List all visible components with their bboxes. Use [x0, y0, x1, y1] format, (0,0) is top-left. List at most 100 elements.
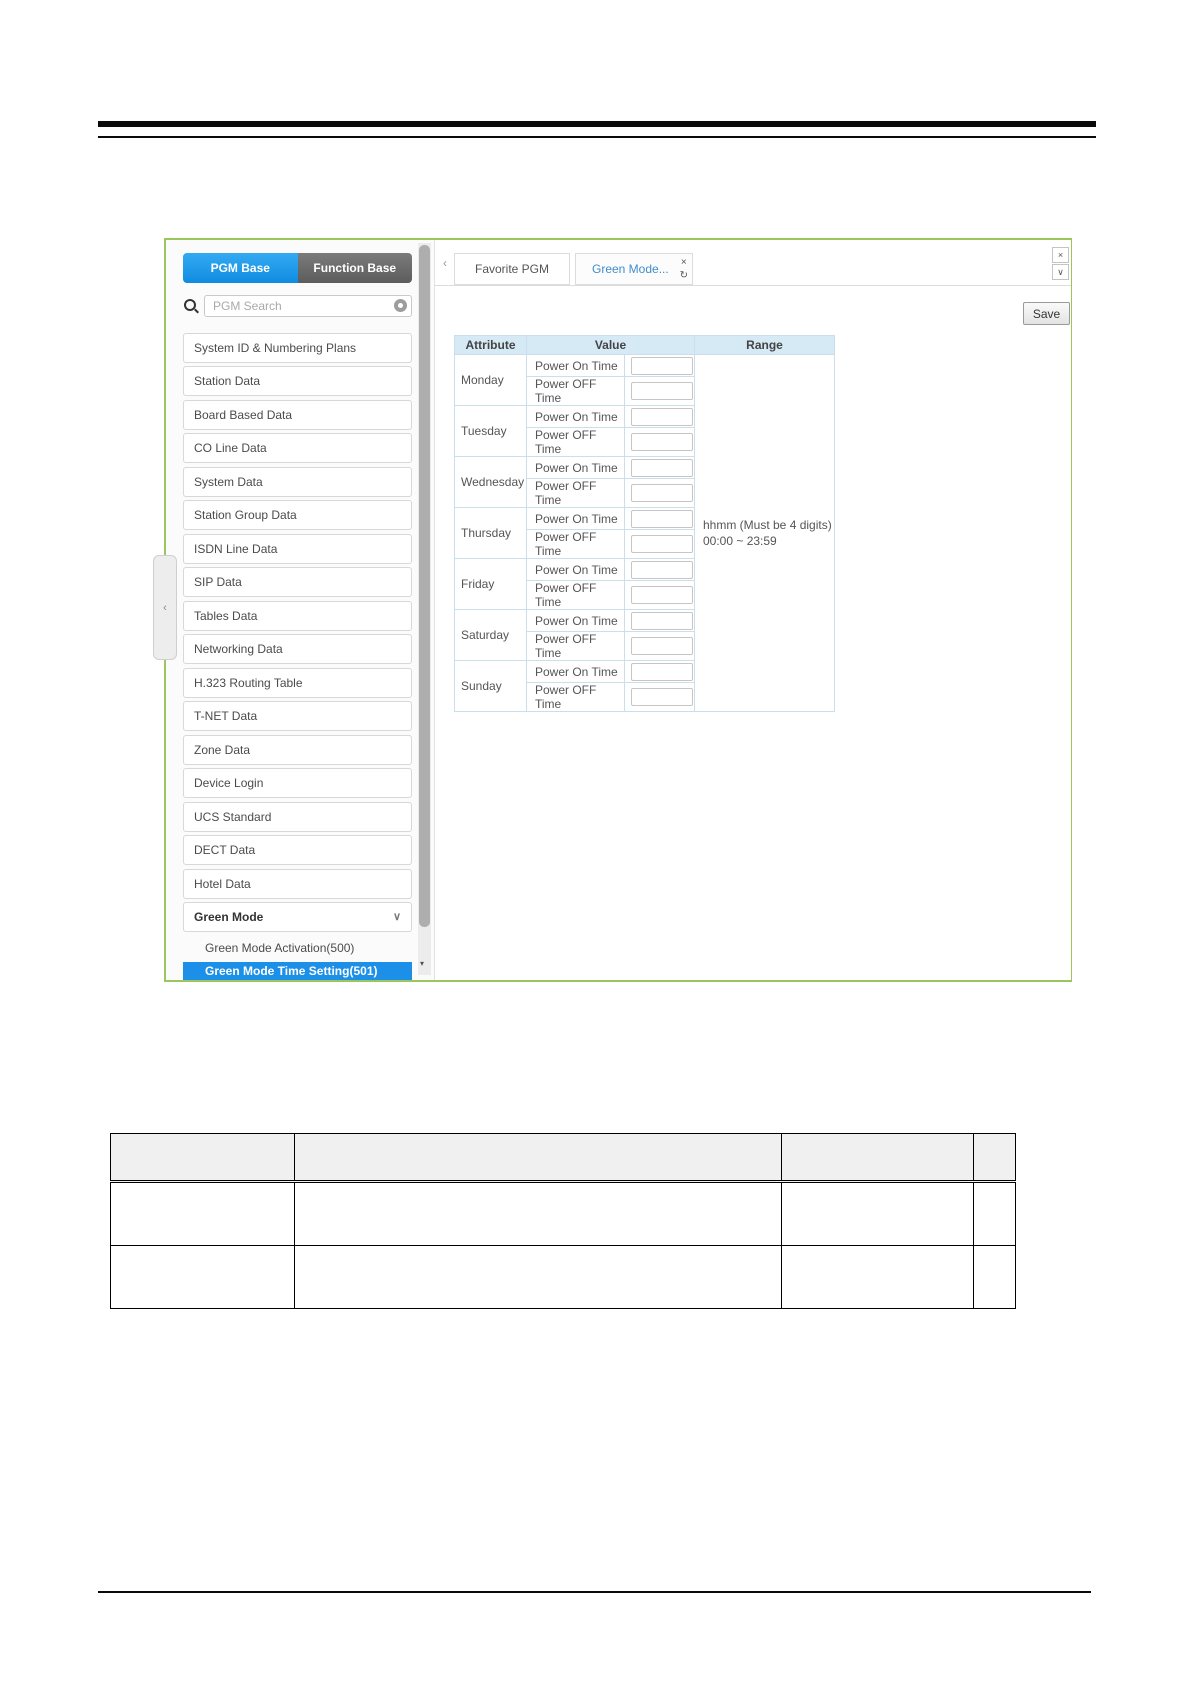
clear-search-icon[interactable] — [394, 299, 407, 312]
power-time-input[interactable] — [631, 407, 693, 426]
power-time-input[interactable] — [631, 382, 693, 400]
spec-table — [110, 1133, 1016, 1309]
spec-table-row — [110, 1245, 1016, 1309]
power-time-input[interactable] — [631, 637, 693, 655]
power-off-label: Power OFF Time — [526, 529, 625, 559]
day-label: Tuesday — [454, 405, 527, 457]
power-on-label: Power On Time — [526, 354, 625, 377]
green-mode-label: Green Mode — [194, 910, 264, 924]
header-cell — [294, 1133, 782, 1183]
col-header-value: Value — [526, 335, 695, 355]
body-cell — [973, 1181, 1016, 1246]
chevron-down-icon: ∨ — [392, 911, 401, 923]
tab-close-icon[interactable]: × — [681, 256, 687, 269]
power-off-label: Power OFF Time — [526, 631, 625, 661]
sidebar-item-hotel-data[interactable]: Hotel Data — [183, 869, 412, 899]
sidebar-item-ucs-standard[interactable]: UCS Standard — [183, 802, 412, 832]
chevron-left-icon: ‹ — [163, 601, 167, 614]
power-on-label: Power On Time — [526, 609, 625, 632]
day-label: Sunday — [454, 660, 527, 712]
panel-close-button[interactable]: × — [1052, 247, 1069, 263]
power-time-input[interactable] — [631, 433, 693, 451]
sidebar-item-tables-data[interactable]: Tables Data — [183, 601, 412, 631]
range-line-2: 00:00 ~ 23:59 — [703, 534, 777, 548]
power-time-input[interactable] — [631, 356, 693, 375]
body-cell — [110, 1181, 295, 1246]
spec-table-row — [110, 1181, 1016, 1246]
search-input[interactable] — [204, 295, 412, 317]
header-cell — [781, 1133, 974, 1183]
sidebar-item-system-data[interactable]: System Data — [183, 467, 412, 497]
base-toggle: PGM Base Function Base — [183, 253, 412, 283]
top-divider — [98, 121, 1096, 138]
pgm-base-button[interactable]: PGM Base — [183, 253, 298, 283]
sidebar-item-co-line-data[interactable]: CO Line Data — [183, 433, 412, 463]
body-cell — [294, 1245, 782, 1309]
tab-controls: × ↻ — [680, 256, 688, 282]
bottom-divider — [98, 1591, 1091, 1593]
tab-green-mode[interactable]: Green Mode... × ↻ — [575, 253, 693, 285]
chevron-down-icon: ∨ — [1057, 266, 1064, 277]
range-line-1: hhmm (Must be 4 digits) — [703, 518, 832, 532]
sidebar-item-tnet-data[interactable]: T-NET Data — [183, 701, 412, 731]
sidebar-subitem-green-mode-time-setting[interactable]: Green Mode Time Setting(501) — [183, 962, 412, 980]
search-icon — [184, 299, 196, 311]
power-time-input[interactable] — [631, 484, 693, 502]
power-time-input[interactable] — [631, 535, 693, 553]
power-time-input[interactable] — [631, 662, 693, 681]
power-off-label: Power OFF Time — [526, 427, 625, 457]
power-off-label: Power OFF Time — [526, 682, 625, 712]
power-on-label: Power On Time — [526, 456, 625, 479]
day-label: Monday — [454, 354, 527, 406]
day-label: Thursday — [454, 507, 527, 559]
table-header-row: Attribute Value Range — [454, 335, 835, 355]
day-label: Wednesday — [454, 456, 527, 508]
sidebar-subitem-green-mode-activation[interactable]: Green Mode Activation(500) — [183, 938, 412, 959]
sidebar-item-zone-data[interactable]: Zone Data — [183, 735, 412, 765]
sidebar-item-h323-routing-table[interactable]: H.323 Routing Table — [183, 668, 412, 698]
power-on-label: Power On Time — [526, 660, 625, 683]
power-time-input[interactable] — [631, 458, 693, 477]
body-cell — [294, 1181, 782, 1246]
document-page: PGM Base Function Base System ID & Numbe… — [0, 0, 1191, 1684]
power-time-input[interactable] — [631, 560, 693, 579]
power-on-label: Power On Time — [526, 558, 625, 581]
close-icon: × — [1057, 250, 1064, 260]
power-off-label: Power OFF Time — [526, 376, 625, 406]
screenshot-frame: PGM Base Function Base System ID & Numbe… — [153, 238, 1072, 982]
power-off-label: Power OFF Time — [526, 580, 625, 610]
power-time-input[interactable] — [631, 688, 693, 706]
sidebar-item-sip-data[interactable]: SIP Data — [183, 567, 412, 597]
save-button[interactable]: Save — [1023, 302, 1070, 325]
tab-favorite-pgm[interactable]: Favorite PGM — [454, 253, 570, 285]
day-label: Saturday — [454, 609, 527, 661]
power-time-input[interactable] — [631, 611, 693, 630]
scroll-down-icon[interactable]: ▾ — [420, 959, 424, 968]
pgm-sidebar: PGM Base Function Base System ID & Numbe… — [166, 240, 434, 980]
sidebar-item-dect-data[interactable]: DECT Data — [183, 835, 412, 865]
sidebar-item-station-data[interactable]: Station Data — [183, 366, 412, 396]
sidebar-collapse-handle[interactable]: ‹ — [153, 555, 177, 660]
body-cell — [110, 1245, 295, 1309]
function-base-button[interactable]: Function Base — [297, 253, 412, 283]
main-panel: ‹ Favorite PGM Green Mode... × ↻ × ∨ Sav… — [434, 240, 1071, 980]
sidebar-item-green-mode[interactable]: Green Mode ∨ — [183, 902, 412, 932]
tab-scroll-left-icon[interactable]: ‹ — [443, 256, 447, 270]
scrollbar-thumb[interactable] — [419, 245, 430, 927]
tab-green-mode-label: Green Mode... — [592, 262, 669, 276]
col-header-attribute: Attribute — [454, 335, 527, 355]
tab-refresh-icon[interactable]: ↻ — [680, 269, 688, 282]
sidebar-item-station-group-data[interactable]: Station Group Data — [183, 500, 412, 530]
sidebar-item-system-id[interactable]: System ID & Numbering Plans — [183, 333, 412, 363]
table-row: Monday Power On Time hhmm (Must be 4 dig… — [454, 354, 835, 712]
sidebar-item-device-login[interactable]: Device Login — [183, 768, 412, 798]
power-time-input[interactable] — [631, 586, 693, 604]
sidebar-scrollbar[interactable] — [418, 243, 431, 975]
sidebar-item-networking-data[interactable]: Networking Data — [183, 634, 412, 664]
panel-collapse-button[interactable]: ∨ — [1052, 264, 1069, 280]
tab-bar: ‹ Favorite PGM Green Mode... × ↻ × ∨ — [435, 240, 1071, 286]
sidebar-item-isdn-line-data[interactable]: ISDN Line Data — [183, 534, 412, 564]
sidebar-item-board-based-data[interactable]: Board Based Data — [183, 400, 412, 430]
body-cell — [781, 1245, 974, 1309]
power-time-input[interactable] — [631, 509, 693, 528]
